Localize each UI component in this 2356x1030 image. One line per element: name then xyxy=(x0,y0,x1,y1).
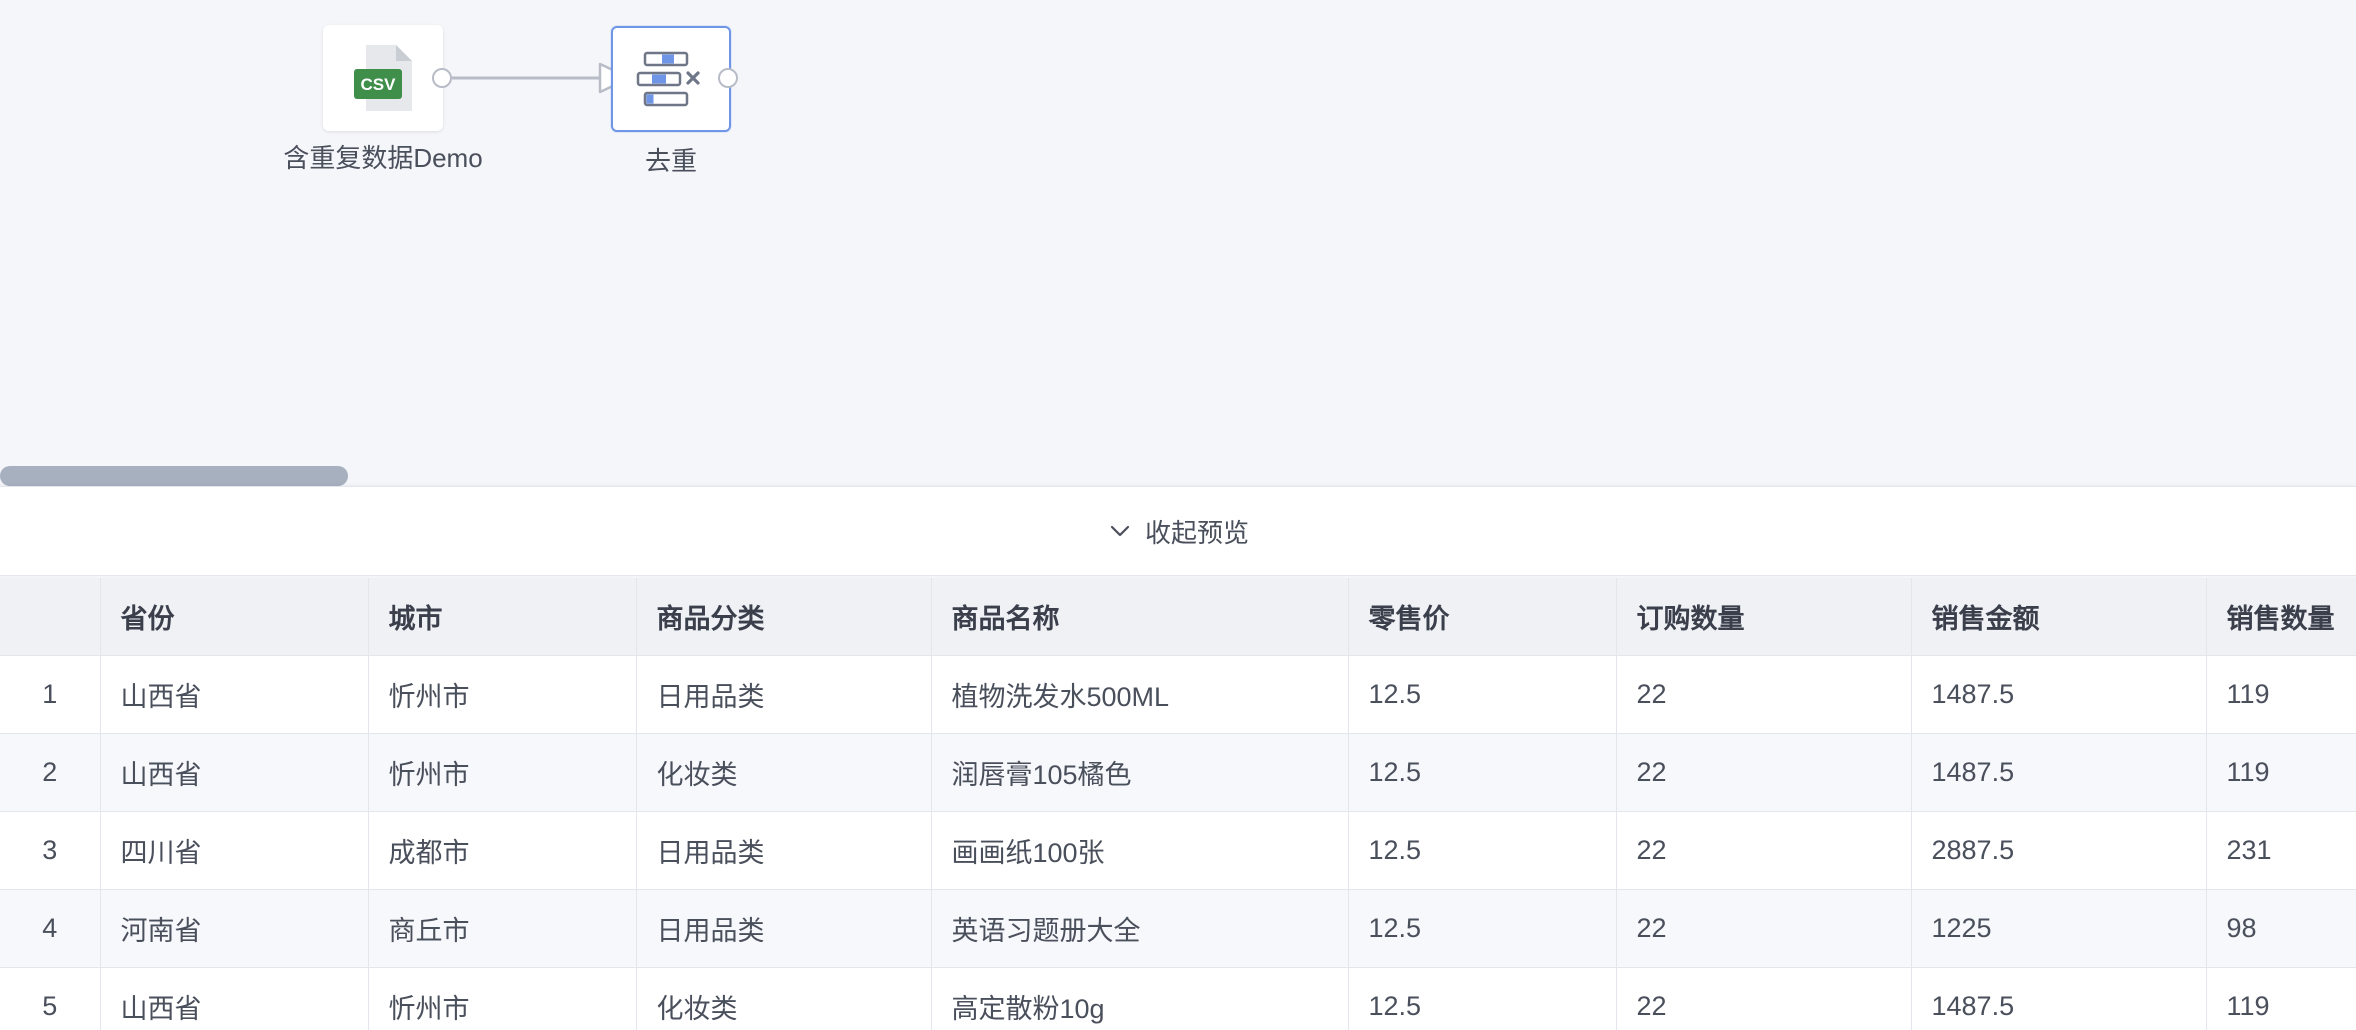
column-header-retail-price[interactable]: 零售价 xyxy=(1348,578,1617,656)
row-index: 3 xyxy=(0,811,101,890)
collapse-preview-button[interactable]: 收起预览 xyxy=(0,486,2356,576)
column-header-index xyxy=(0,578,101,656)
connection-edge xyxy=(452,62,632,94)
table-cell: 22 xyxy=(1616,733,1912,812)
csv-icon-text: CSV xyxy=(361,75,397,94)
table-cell: 化妆类 xyxy=(636,733,932,812)
table-cell: 1487.5 xyxy=(1911,733,2207,812)
column-header-sales-qty[interactable]: 销售数量 xyxy=(2206,578,2356,656)
column-header-city[interactable]: 城市 xyxy=(368,578,637,656)
table-row[interactable]: 2 山西省 忻州市 化妆类 润唇膏105橘色 12.5 22 1487.5 11… xyxy=(0,733,2356,812)
node-deduplicate-label: 去重 xyxy=(644,146,697,176)
column-header-product-name[interactable]: 商品名称 xyxy=(931,578,1349,656)
node-deduplicate[interactable] xyxy=(611,26,731,132)
table-row[interactable]: 1 山西省 忻州市 日用品类 植物洗发水500ML 12.5 22 1487.5… xyxy=(0,655,2356,734)
table-cell: 22 xyxy=(1616,811,1912,890)
node-csv-source[interactable]: CSV xyxy=(323,25,443,131)
table-cell: 商丘市 xyxy=(368,889,637,968)
table-cell: 化妆类 xyxy=(636,967,932,1030)
table-cell: 12.5 xyxy=(1348,967,1617,1030)
table-cell: 22 xyxy=(1616,967,1912,1030)
deduplicate-output-port[interactable] xyxy=(718,68,738,88)
table-cell: 润唇膏105橘色 xyxy=(931,733,1349,812)
table-cell: 画画纸100张 xyxy=(931,811,1349,890)
table-cell: 12.5 xyxy=(1348,733,1617,812)
row-index: 2 xyxy=(0,733,101,812)
row-index: 5 xyxy=(0,967,101,1030)
table-cell: 英语习题册大全 xyxy=(931,889,1349,968)
table-cell: 忻州市 xyxy=(368,967,637,1030)
table-cell: 1487.5 xyxy=(1911,967,2207,1030)
table-cell: 231 xyxy=(2206,811,2356,890)
table-cell: 忻州市 xyxy=(368,733,637,812)
preview-table-container[interactable]: 省份 城市 商品分类 商品名称 零售价 订购数量 销售金额 销售数量 1 山西省… xyxy=(0,578,2356,1030)
workflow-canvas[interactable]: CSV 含重复数据Demo 去重 xyxy=(0,0,2356,486)
table-cell: 日用品类 xyxy=(636,655,932,734)
column-header-sales-amount[interactable]: 销售金额 xyxy=(1911,578,2207,656)
app-root: CSV 含重复数据Demo 去重 收起预览 省份 城市 商品分类 商品名称 零售… xyxy=(0,0,2356,1030)
csv-output-port[interactable] xyxy=(432,68,452,88)
table-cell: 河南省 xyxy=(100,889,369,968)
collapse-preview-label: 收起预览 xyxy=(1144,517,1249,548)
table-cell: 忻州市 xyxy=(368,655,637,734)
table-cell: 日用品类 xyxy=(636,811,932,890)
table-row[interactable]: 3 四川省 成都市 日用品类 画画纸100张 12.5 22 2887.5 23… xyxy=(0,811,2356,890)
table-cell: 山西省 xyxy=(100,655,369,734)
table-cell: 山西省 xyxy=(100,733,369,812)
table-cell: 12.5 xyxy=(1348,811,1617,890)
row-index: 4 xyxy=(0,889,101,968)
column-header-order-qty[interactable]: 订购数量 xyxy=(1616,578,1912,656)
table-cell: 1487.5 xyxy=(1911,655,2207,734)
table-cell: 四川省 xyxy=(100,811,369,890)
table-cell: 12.5 xyxy=(1348,889,1617,968)
table-header-row: 省份 城市 商品分类 商品名称 零售价 订购数量 销售金额 销售数量 xyxy=(0,578,2356,656)
preview-table: 省份 城市 商品分类 商品名称 零售价 订购数量 销售金额 销售数量 1 山西省… xyxy=(0,578,2356,1030)
table-cell: 119 xyxy=(2206,655,2356,734)
table-cell: 日用品类 xyxy=(636,889,932,968)
horizontal-scrollbar-thumb[interactable] xyxy=(0,466,348,486)
table-cell: 22 xyxy=(1616,889,1912,968)
table-cell: 1225 xyxy=(1911,889,2207,968)
table-cell: 98 xyxy=(2206,889,2356,968)
chevron-down-icon xyxy=(1110,525,1130,537)
row-index: 1 xyxy=(0,655,101,734)
table-cell: 119 xyxy=(2206,733,2356,812)
table-cell: 山西省 xyxy=(100,967,369,1030)
table-cell: 12.5 xyxy=(1348,655,1617,734)
table-cell: 22 xyxy=(1616,655,1912,734)
table-cell: 植物洗发水500ML xyxy=(931,655,1349,734)
table-cell: 119 xyxy=(2206,967,2356,1030)
table-cell: 成都市 xyxy=(368,811,637,890)
table-row[interactable]: 4 河南省 商丘市 日用品类 英语习题册大全 12.5 22 1225 98 xyxy=(0,889,2356,968)
deduplicate-icon xyxy=(636,51,700,107)
node-csv-label: 含重复数据Demo xyxy=(283,143,483,173)
column-header-category[interactable]: 商品分类 xyxy=(636,578,932,656)
column-header-province[interactable]: 省份 xyxy=(100,578,369,656)
table-cell: 2887.5 xyxy=(1911,811,2207,890)
table-row[interactable]: 5 山西省 忻州市 化妆类 高定散粉10g 12.5 22 1487.5 119 xyxy=(0,967,2356,1030)
table-cell: 高定散粉10g xyxy=(931,967,1349,1030)
horizontal-scrollbar[interactable] xyxy=(0,466,2356,486)
csv-file-icon: CSV xyxy=(354,45,412,111)
